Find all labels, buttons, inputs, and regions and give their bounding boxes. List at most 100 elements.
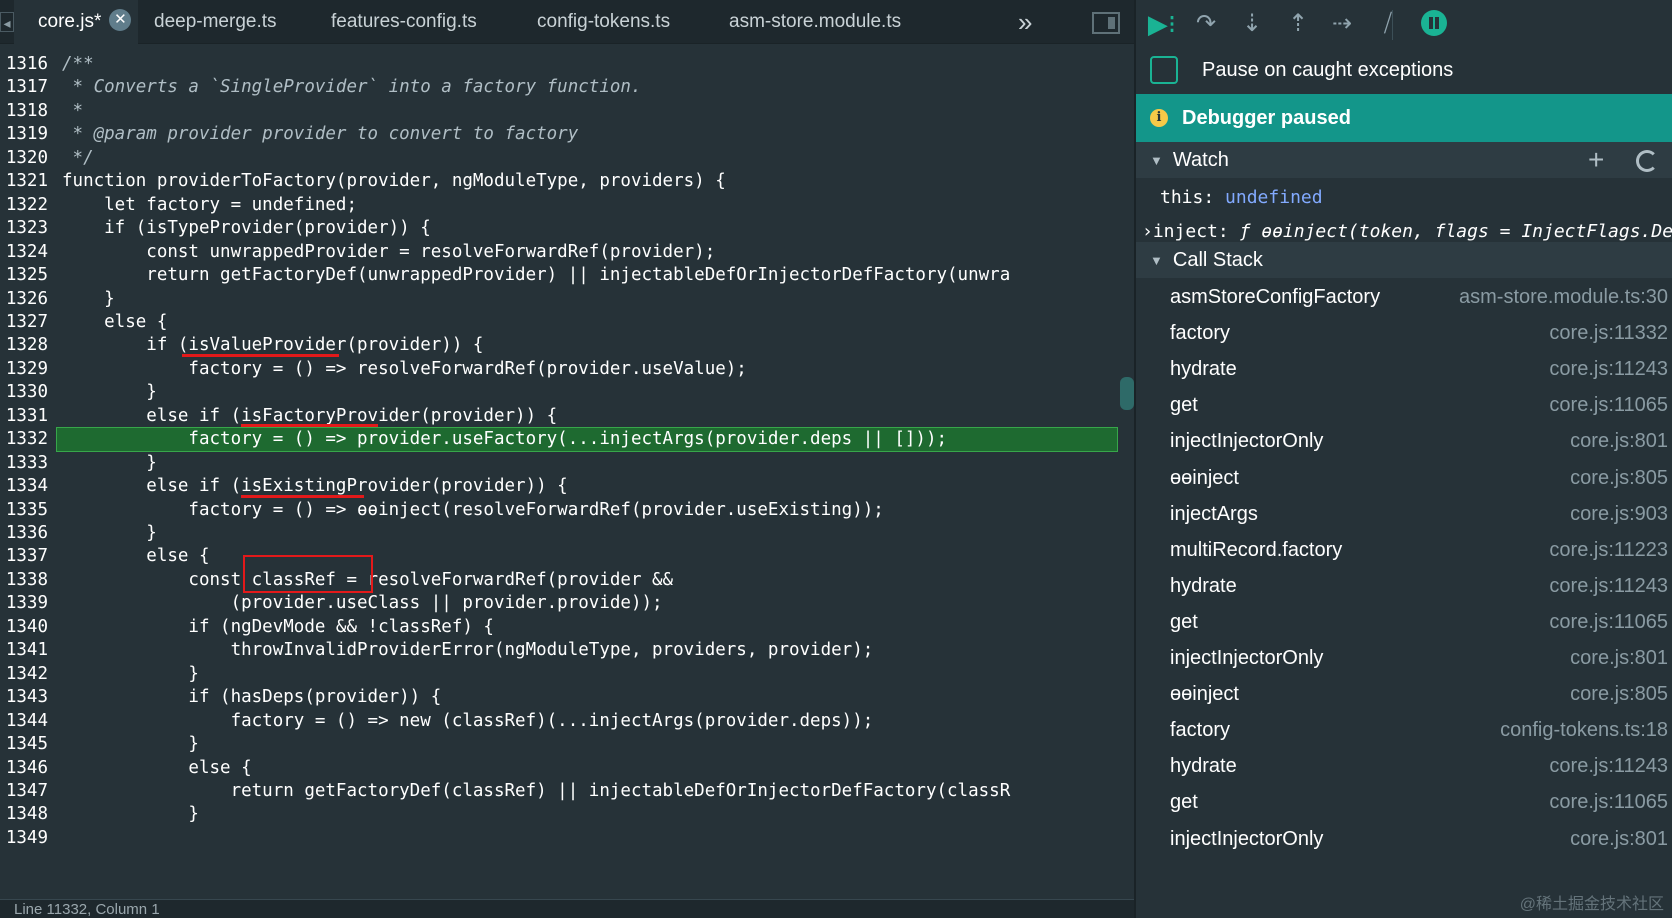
close-icon[interactable]: ✕ — [109, 8, 132, 31]
code-line[interactable]: 1327 else { — [0, 310, 1118, 335]
expand-triangle-icon[interactable]: ▼ — [1150, 153, 1163, 168]
call-stack-frame[interactable]: multiRecord.factory core.js:11223 — [1136, 531, 1672, 569]
call-stack-frame[interactable]: factory core.js:11332 — [1136, 314, 1672, 352]
tab-asm-store-module[interactable]: asm-store.module.ts — [729, 0, 901, 44]
line-number[interactable]: 1339 — [0, 591, 50, 616]
line-number[interactable]: 1337 — [0, 544, 50, 569]
code-line[interactable]: 1340 if (ngDevMode && !classRef) { — [0, 615, 1118, 640]
tab-scroll-left-icon[interactable]: ◂ — [0, 12, 14, 32]
add-watch-icon[interactable]: + — [1588, 142, 1604, 178]
line-number[interactable]: 1322 — [0, 193, 50, 218]
frame-location[interactable]: core.js:11243 — [1549, 747, 1668, 785]
line-number[interactable]: 1317 — [0, 75, 50, 100]
more-tabs-icon[interactable]: » — [1018, 0, 1032, 44]
call-stack-frame[interactable]: injectInjectorOnly core.js:801 — [1136, 820, 1672, 858]
line-number[interactable]: 1340 — [0, 615, 50, 640]
call-stack-frame[interactable]: injectArgs core.js:903 — [1136, 495, 1672, 533]
line-number[interactable]: 1345 — [0, 732, 50, 757]
code-line[interactable]: 1325 return getFactoryDef(unwrappedProvi… — [0, 263, 1118, 288]
pause-on-caught-checkbox[interactable] — [1150, 56, 1178, 84]
line-number[interactable]: 1335 — [0, 498, 50, 523]
code-line[interactable]: 1345 } — [0, 732, 1118, 757]
code-line[interactable]: 1337 else { — [0, 544, 1118, 569]
frame-location[interactable]: core.js:11065 — [1549, 783, 1668, 821]
line-number[interactable]: 1321 — [0, 169, 50, 194]
pause-on-exceptions-icon[interactable] — [1416, 6, 1452, 42]
code-line[interactable]: 1331 else if (isFactoryProvider(provider… — [0, 404, 1118, 429]
line-number[interactable]: 1323 — [0, 216, 50, 241]
frame-location[interactable]: core.js:11065 — [1549, 603, 1668, 641]
tab-config-tokens[interactable]: config-tokens.ts — [537, 0, 670, 44]
line-number[interactable]: 1348 — [0, 802, 50, 827]
expand-triangle-icon[interactable]: ▼ — [1150, 253, 1163, 268]
line-number[interactable]: 1349 — [0, 826, 50, 851]
frame-location[interactable]: core.js:801 — [1570, 422, 1668, 460]
line-number[interactable]: 1325 — [0, 263, 50, 288]
expand-arrow-icon[interactable]: › — [1142, 221, 1153, 242]
code-line[interactable]: 1328 if (isValueProvider(provider)) { — [0, 333, 1118, 358]
vertical-scrollbar[interactable] — [1120, 377, 1134, 410]
line-number[interactable]: 1334 — [0, 474, 50, 499]
code-line[interactable]: 1346 else { — [0, 756, 1118, 781]
tab-deep-merge[interactable]: deep-merge.ts — [154, 0, 277, 44]
frame-location[interactable]: core.js:903 — [1570, 495, 1668, 533]
watch-item[interactable]: this: undefined — [1136, 181, 1672, 215]
code-line[interactable]: 1330 } — [0, 380, 1118, 405]
deactivate-breakpoints-icon[interactable]: ⧸ — [1370, 6, 1406, 42]
call-stack-frame[interactable]: hydrate core.js:11243 — [1136, 350, 1672, 388]
call-stack-header[interactable]: ▼ Call Stack — [1136, 242, 1672, 278]
call-stack-frame[interactable]: injectInjectorOnly core.js:801 — [1136, 639, 1672, 677]
frame-location[interactable]: core.js:805 — [1570, 675, 1668, 713]
line-number[interactable]: 1320 — [0, 146, 50, 171]
frame-location[interactable]: core.js:805 — [1570, 459, 1668, 497]
code-line[interactable]: 1329 factory = () => resolveForwardRef(p… — [0, 357, 1118, 382]
code-line[interactable]: 1339 (provider.useClass || provider.prov… — [0, 591, 1118, 616]
line-number[interactable]: 1338 — [0, 568, 50, 593]
frame-location[interactable]: asm-store.module.ts:30 — [1459, 278, 1668, 316]
line-number[interactable]: 1331 — [0, 404, 50, 429]
line-number[interactable]: 1336 — [0, 521, 50, 546]
frame-location[interactable]: core.js:801 — [1570, 820, 1668, 858]
pause-on-caught-exceptions[interactable]: Pause on caught exceptions — [1150, 55, 1453, 85]
resume-icon[interactable]: ▶⁝ — [1144, 6, 1180, 42]
code-area[interactable]: 1349 1348 } 1347 return getFactoryDef(clas… — [0, 44, 1134, 899]
call-stack-frame[interactable]: factory config-tokens.ts:18 — [1136, 711, 1672, 749]
code-line[interactable]: 1336 } — [0, 521, 1118, 546]
call-stack-frame[interactable]: ɵɵinject core.js:805 — [1136, 675, 1672, 713]
code-line[interactable]: 1324 const unwrappedProvider = resolveFo… — [0, 240, 1118, 265]
call-stack-frame[interactable]: get core.js:11065 — [1136, 603, 1672, 641]
code-line-current[interactable]: 1332 factory = () => provider.useFactory… — [0, 427, 1118, 453]
code-line[interactable]: 1318 * — [0, 99, 1118, 124]
frame-location[interactable]: core.js:11223 — [1549, 531, 1668, 569]
toggle-sidebar-icon[interactable] — [1092, 12, 1120, 34]
code-line[interactable]: 1342 } — [0, 662, 1118, 687]
line-number[interactable]: 1347 — [0, 779, 50, 804]
call-stack-frame[interactable]: asmStoreConfigFactory asm-store.module.ts… — [1136, 278, 1672, 316]
call-stack-frame[interactable]: get core.js:11065 — [1136, 783, 1672, 821]
frame-location[interactable]: core.js:11332 — [1549, 314, 1668, 352]
tab-core-js[interactable]: core.js* ✕ — [14, 0, 138, 44]
code-line[interactable]: 1333 } — [0, 451, 1118, 476]
line-number[interactable]: 1324 — [0, 240, 50, 265]
line-number[interactable]: 1332 — [0, 427, 50, 452]
call-stack-frame[interactable]: hydrate core.js:11243 — [1136, 567, 1672, 605]
code-line[interactable]: 1323 if (isTypeProvider(provider)) { — [0, 216, 1118, 241]
frame-location[interactable]: core.js:11243 — [1549, 567, 1668, 605]
step-out-icon[interactable]: ⇡ — [1280, 6, 1316, 42]
line-number[interactable]: 1326 — [0, 287, 50, 312]
frame-location[interactable]: core.js:11065 — [1549, 386, 1668, 424]
line-number[interactable]: 1333 — [0, 451, 50, 476]
line-number[interactable]: 1330 — [0, 380, 50, 405]
frame-location[interactable]: core.js:11243 — [1549, 350, 1668, 388]
tab-features-config[interactable]: features-config.ts — [331, 0, 477, 44]
line-number[interactable]: 1319 — [0, 122, 50, 147]
call-stack-frame[interactable]: hydrate core.js:11243 — [1136, 747, 1672, 785]
line-number[interactable]: 1328 — [0, 333, 50, 358]
line-number[interactable]: 1327 — [0, 310, 50, 335]
code-line[interactable]: 1348 } — [0, 802, 1118, 827]
frame-location[interactable]: config-tokens.ts:18 — [1500, 711, 1668, 749]
code-line[interactable]: 1334 else if (isExistingProvider(provide… — [0, 474, 1118, 499]
step-into-icon[interactable]: ⇣ — [1234, 6, 1270, 42]
line-number[interactable]: 1343 — [0, 685, 50, 710]
code-line[interactable]: 1343 if (hasDeps(provider)) { — [0, 685, 1118, 710]
